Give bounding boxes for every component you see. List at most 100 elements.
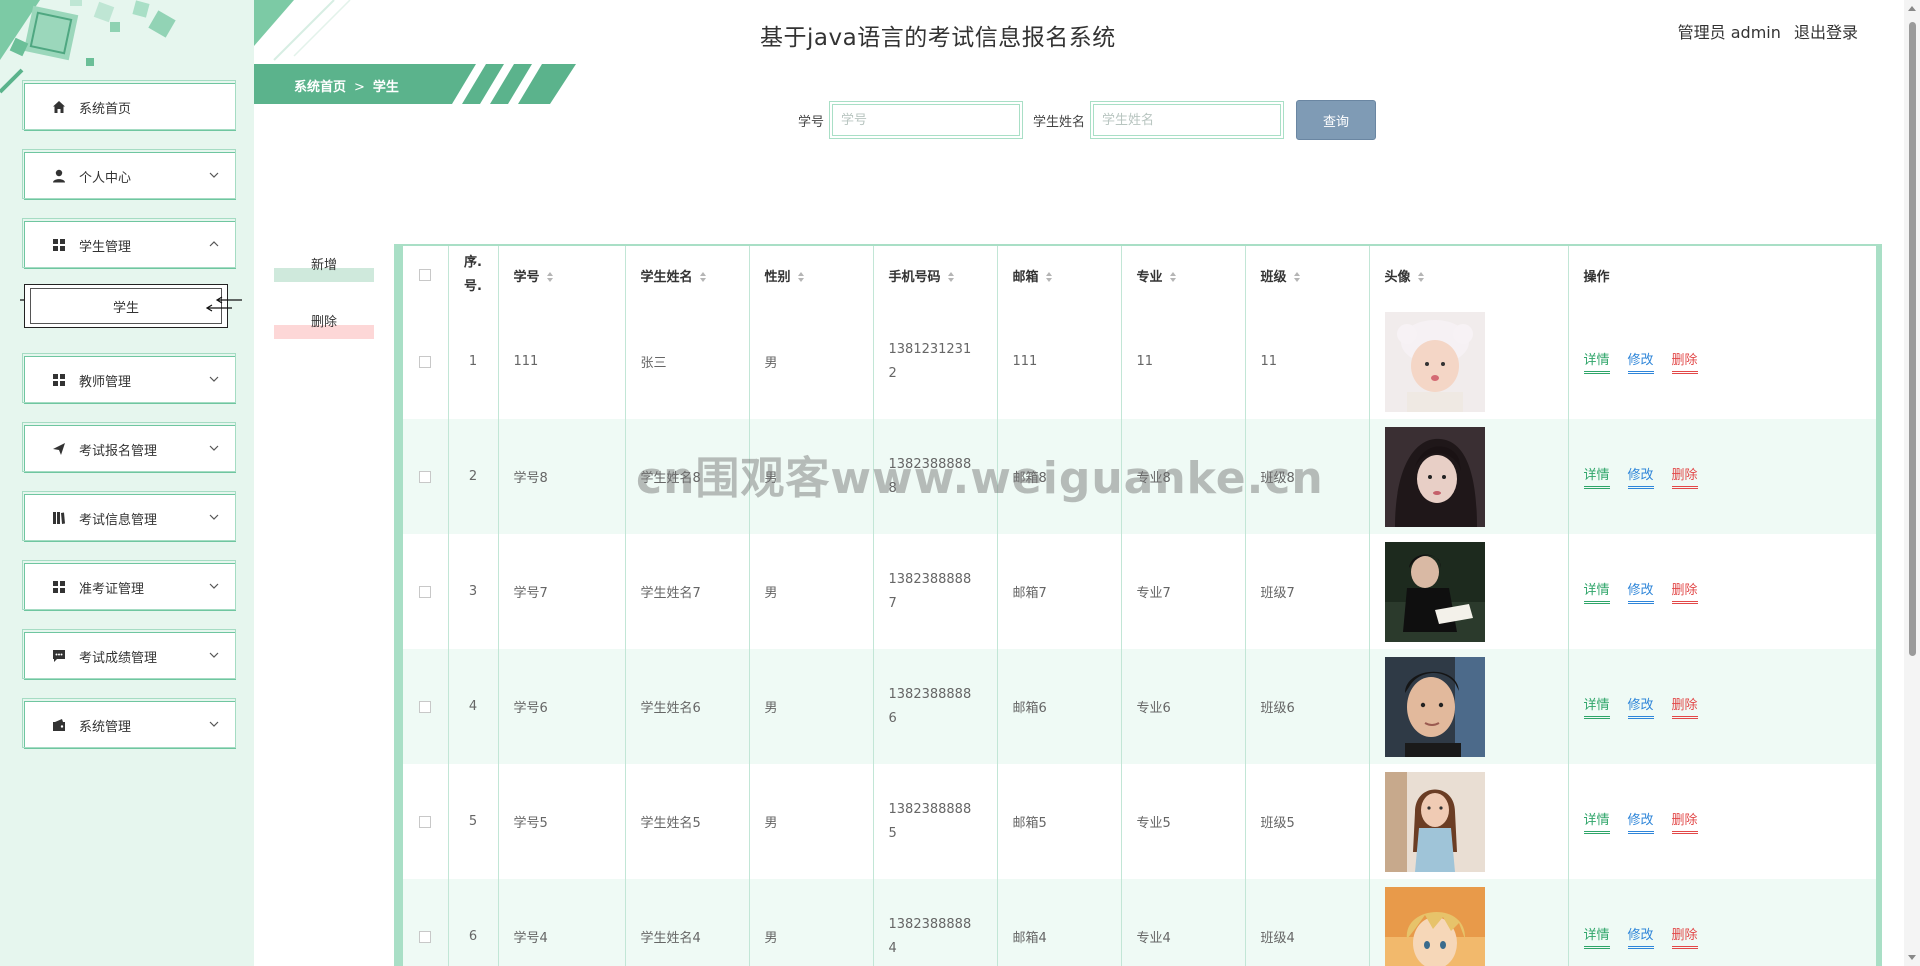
header-major[interactable]: 专业 bbox=[1121, 246, 1246, 304]
avatar-image[interactable] bbox=[1384, 886, 1485, 966]
detail-link[interactable]: 详情 bbox=[1583, 349, 1610, 374]
table-row: 4 学号6 学生姓名6 男 13823888886 邮箱6 专业6 班级6 详情… bbox=[403, 649, 1876, 764]
row-checkbox[interactable] bbox=[419, 930, 432, 943]
search-bar: 学号 学生姓名 查询 bbox=[798, 100, 1377, 140]
header-avatar[interactable]: 头像 bbox=[1369, 246, 1569, 304]
sort-icon[interactable] bbox=[1293, 271, 1301, 283]
detail-link[interactable]: 详情 bbox=[1583, 464, 1610, 489]
header-gender[interactable]: 性别 bbox=[749, 246, 874, 304]
send-icon bbox=[51, 441, 67, 457]
breadcrumb-home[interactable]: 系统首页 bbox=[294, 80, 346, 95]
detail-link[interactable]: 详情 bbox=[1583, 579, 1610, 604]
scrollbar-thumb[interactable] bbox=[1909, 22, 1916, 656]
cell-avatar bbox=[1369, 879, 1569, 966]
breadcrumb: 系统首页 > 学生 bbox=[294, 76, 399, 95]
sidebar-item-student-management[interactable]: 学生管理 bbox=[22, 218, 236, 269]
cell-phone: 13812312312 bbox=[873, 304, 998, 419]
row-checkbox[interactable] bbox=[419, 815, 432, 828]
sidebar-item-exam-info[interactable]: 考试信息管理 bbox=[22, 491, 236, 542]
row-checkbox[interactable] bbox=[419, 355, 432, 368]
cell-gender: 男 bbox=[749, 879, 874, 966]
header-email[interactable]: 邮箱 bbox=[997, 246, 1122, 304]
header-index: 序.号. bbox=[448, 246, 499, 304]
cell-ops: 详情 修改 删除 bbox=[1568, 534, 1876, 649]
edit-link[interactable]: 修改 bbox=[1627, 809, 1654, 834]
avatar-image[interactable] bbox=[1384, 656, 1485, 757]
avatar-image[interactable] bbox=[1384, 771, 1485, 872]
delete-button[interactable]: 删除 bbox=[274, 309, 374, 339]
avatar-image[interactable] bbox=[1384, 426, 1485, 527]
edit-link[interactable]: 修改 bbox=[1627, 464, 1654, 489]
logout-link[interactable]: 退出登录 bbox=[1794, 23, 1858, 42]
scroll-down-arrow[interactable] bbox=[1908, 955, 1916, 960]
sort-icon[interactable] bbox=[1417, 271, 1425, 283]
scrollbar[interactable] bbox=[1904, 0, 1920, 966]
cell-student-name: 学生姓名5 bbox=[625, 764, 750, 879]
sidebar-subitem-student[interactable]: 学生 bbox=[24, 284, 228, 328]
cell-class: 班级4 bbox=[1245, 879, 1370, 966]
cell-student-name: 张三 bbox=[625, 304, 750, 419]
sidebar-item-personal-center[interactable]: 个人中心 bbox=[22, 149, 236, 200]
sidebar-item-exam-scores[interactable]: 考试成绩管理 bbox=[22, 629, 236, 680]
delete-link[interactable]: 删除 bbox=[1671, 579, 1698, 604]
search-button[interactable]: 查询 bbox=[1296, 100, 1377, 140]
sidebar-item-exam-registration[interactable]: 考试报名管理 bbox=[22, 422, 236, 473]
sidebar-item-system-management[interactable]: 系统管理 bbox=[22, 698, 236, 749]
avatar-image[interactable] bbox=[1384, 311, 1485, 412]
row-checkbox[interactable] bbox=[419, 585, 432, 598]
header-student-no[interactable]: 学号 bbox=[498, 246, 626, 304]
row-checkbox-cell bbox=[403, 764, 449, 879]
student-name-input[interactable] bbox=[1093, 104, 1282, 136]
cell-student-no: 学号4 bbox=[498, 879, 626, 966]
table-row: 1 111 张三 男 13812312312 111 11 11 详情 修改 删… bbox=[403, 304, 1876, 419]
delete-link[interactable]: 删除 bbox=[1671, 924, 1698, 949]
user-area: 管理员 admin 退出登录 bbox=[1670, 19, 1858, 43]
header-label: 操作 bbox=[1583, 269, 1610, 285]
student-no-input[interactable] bbox=[832, 104, 1021, 136]
phone-text: 13823888885 bbox=[888, 801, 972, 841]
sidebar-item-admission-ticket[interactable]: 准考证管理 bbox=[22, 560, 236, 611]
delete-link[interactable]: 删除 bbox=[1671, 464, 1698, 489]
cell-index: 1 bbox=[448, 304, 499, 419]
detail-link[interactable]: 详情 bbox=[1583, 809, 1610, 834]
sort-icon[interactable] bbox=[546, 271, 554, 283]
sort-icon[interactable] bbox=[1045, 271, 1053, 283]
select-all-checkbox[interactable] bbox=[419, 269, 432, 281]
cell-gender: 男 bbox=[749, 649, 874, 764]
cell-gender: 男 bbox=[749, 304, 874, 419]
watermark: cn围观客www.weiguanke.cn bbox=[636, 453, 1324, 504]
phone-text: 13823888887 bbox=[888, 571, 972, 611]
detail-link[interactable]: 详情 bbox=[1583, 924, 1610, 949]
sort-icon[interactable] bbox=[1169, 271, 1177, 283]
book-icon bbox=[51, 510, 67, 526]
delete-link[interactable]: 删除 bbox=[1671, 809, 1698, 834]
header-ops: 操作 bbox=[1568, 246, 1876, 304]
sort-icon[interactable] bbox=[947, 271, 955, 283]
add-button[interactable]: 新增 bbox=[274, 252, 374, 282]
sidebar-item-label: 考试成绩管理 bbox=[79, 650, 158, 666]
scroll-up-arrow[interactable] bbox=[1908, 6, 1916, 11]
header-label: 班级 bbox=[1260, 269, 1287, 285]
header-label: 专业 bbox=[1136, 269, 1163, 285]
header-label: 头像 bbox=[1384, 269, 1411, 285]
header-student-name[interactable]: 学生姓名 bbox=[625, 246, 750, 304]
delete-link[interactable]: 删除 bbox=[1671, 694, 1698, 719]
sidebar-item-home[interactable]: 系统首页 bbox=[22, 80, 236, 131]
sort-icon[interactable] bbox=[797, 271, 805, 283]
edit-link[interactable]: 修改 bbox=[1627, 349, 1654, 374]
edit-link[interactable]: 修改 bbox=[1627, 924, 1654, 949]
avatar-image[interactable] bbox=[1384, 541, 1485, 642]
detail-link[interactable]: 详情 bbox=[1583, 694, 1610, 719]
arrow-left-icon bbox=[206, 296, 242, 312]
sort-icon[interactable] bbox=[699, 271, 707, 283]
sidebar-item-teacher-management[interactable]: 教师管理 bbox=[22, 353, 236, 404]
row-checkbox[interactable] bbox=[419, 470, 432, 483]
edit-link[interactable]: 修改 bbox=[1627, 694, 1654, 719]
row-checkbox-cell bbox=[403, 649, 449, 764]
header-phone[interactable]: 手机号码 bbox=[873, 246, 998, 304]
header-class[interactable]: 班级 bbox=[1245, 246, 1370, 304]
row-checkbox[interactable] bbox=[419, 700, 432, 713]
delete-link[interactable]: 删除 bbox=[1671, 349, 1698, 374]
edit-link[interactable]: 修改 bbox=[1627, 579, 1654, 604]
sidebar-item-label: 准考证管理 bbox=[79, 581, 145, 597]
